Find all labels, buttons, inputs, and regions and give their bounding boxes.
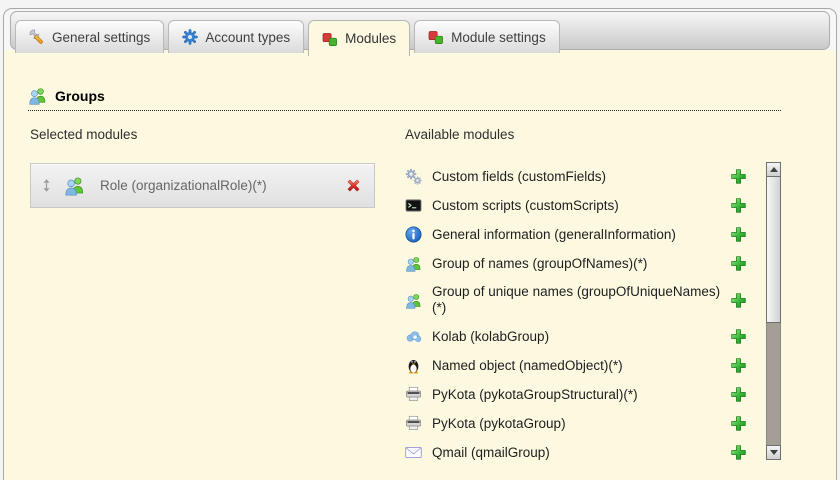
- available-modules-header: Available modules: [405, 127, 515, 142]
- add-module-button[interactable]: [730, 444, 747, 461]
- modules-icon: [322, 31, 338, 47]
- available-modules-panel: Available modules Custom fields (customF…: [405, 127, 781, 467]
- available-module-label: Kolab (kolabGroup): [432, 328, 550, 344]
- triangle-up-icon: [769, 167, 778, 172]
- scroll-up-button[interactable]: [766, 162, 781, 177]
- groups-icon: [405, 292, 422, 309]
- tab-bar: General settings Account types Modules M…: [10, 11, 830, 56]
- available-module-row: Qmail (qmailGroup): [405, 438, 755, 467]
- add-module-button[interactable]: [730, 226, 747, 243]
- cloud-icon: [405, 328, 422, 345]
- section-title: Groups: [55, 87, 105, 104]
- info-icon: [405, 226, 422, 243]
- tab-general-settings[interactable]: General settings: [15, 20, 165, 53]
- groups-icon: [28, 86, 47, 105]
- triangle-down-icon: [769, 450, 778, 455]
- available-modules-list: Custom fields (customFields) Custom scri…: [405, 162, 755, 467]
- scrollbar[interactable]: [766, 162, 781, 460]
- modules-tab-panel: Groups Selected modules Role (organizati…: [4, 50, 836, 480]
- envelope-icon: [405, 444, 422, 461]
- tab-label: Module settings: [451, 29, 546, 45]
- add-module-button[interactable]: [730, 386, 747, 403]
- available-module-label: Group of names (groupOfNames)(*): [432, 255, 648, 271]
- printer-icon: [405, 415, 422, 432]
- wrench-icon: [29, 29, 45, 45]
- selected-modules-header: Selected modules: [30, 127, 138, 142]
- available-module-label: Custom scripts (customScripts): [432, 197, 619, 213]
- available-module-row: Group of names (groupOfNames)(*): [405, 249, 755, 278]
- scroll-down-button[interactable]: [766, 445, 781, 460]
- tab-account-types[interactable]: Account types: [168, 20, 305, 53]
- available-module-row: Named object (namedObject)(*): [405, 351, 755, 380]
- available-module-label: Named object (namedObject)(*): [432, 357, 623, 373]
- available-module-row: Custom fields (customFields): [405, 162, 755, 191]
- available-module-label: Custom fields (customFields): [432, 168, 607, 184]
- available-module-row: PyKota (pykotaGroup): [405, 409, 755, 438]
- available-module-label: PyKota (pykotaGroup): [432, 415, 566, 431]
- selected-modules-list: Role (organizationalRole)(*): [30, 163, 392, 208]
- add-module-button[interactable]: [730, 168, 747, 185]
- scrollbar-track[interactable]: [766, 323, 781, 445]
- available-module-row: Custom scripts (customScripts): [405, 191, 755, 220]
- add-module-button[interactable]: [730, 328, 747, 345]
- add-module-button[interactable]: [730, 255, 747, 272]
- modules-icon: [428, 29, 444, 45]
- drag-handle-icon[interactable]: [42, 178, 51, 193]
- section-heading: Groups: [28, 86, 781, 111]
- settings-window: General settings Account types Modules M…: [3, 8, 837, 480]
- tab-modules[interactable]: Modules: [308, 20, 411, 56]
- add-module-button[interactable]: [730, 357, 747, 374]
- tab-list: General settings Account types Modules M…: [15, 16, 560, 56]
- gears-icon: [405, 168, 422, 185]
- available-module-row: PyKota (pykotaGroupStructural)(*): [405, 380, 755, 409]
- add-module-button[interactable]: [730, 292, 747, 309]
- available-module-label: PyKota (pykotaGroupStructural)(*): [432, 386, 638, 402]
- available-modules-scroll-area: Custom fields (customFields) Custom scri…: [405, 162, 781, 467]
- available-module-label: General information (generalInformation): [432, 226, 676, 242]
- available-module-row: Kolab (kolabGroup): [405, 322, 755, 351]
- remove-module-button[interactable]: [345, 177, 362, 194]
- add-module-button[interactable]: [730, 197, 747, 214]
- available-module-row: Group of unique names (groupOfUniqueName…: [405, 278, 755, 322]
- selected-module-row: Role (organizationalRole)(*): [30, 163, 375, 208]
- tab-label: Modules: [345, 31, 397, 46]
- available-module-row: General information (generalInformation): [405, 220, 755, 249]
- terminal-icon: [405, 197, 422, 214]
- groups-icon: [64, 175, 85, 196]
- gear-icon: [182, 29, 199, 45]
- groups-icon: [405, 255, 422, 272]
- penguin-icon: [405, 357, 422, 374]
- tab-label: General settings: [52, 29, 151, 45]
- tab-module-settings[interactable]: Module settings: [414, 20, 560, 53]
- available-module-label: Qmail (qmailGroup): [432, 444, 550, 460]
- selected-modules-panel: Selected modules Role (organizationalRol…: [30, 127, 392, 208]
- available-module-label: Group of unique names (groupOfUniqueName…: [432, 284, 721, 315]
- add-module-button[interactable]: [730, 415, 747, 432]
- printer-icon: [405, 386, 422, 403]
- selected-module-label: Role (organizationalRole)(*): [100, 178, 267, 193]
- tab-label: Account types: [205, 29, 291, 45]
- scrollbar-thumb[interactable]: [766, 177, 781, 323]
